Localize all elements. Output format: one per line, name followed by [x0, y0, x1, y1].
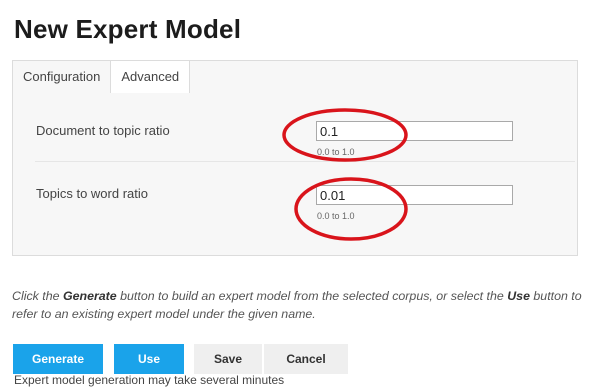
topic-word-ratio-input[interactable]	[316, 185, 513, 205]
settings-panel: Configuration Advanced Document to topic…	[12, 60, 578, 256]
status-text: Expert model generation may take several…	[14, 373, 285, 387]
doc-topic-ratio-label: Document to topic ratio	[36, 123, 170, 138]
topic-word-ratio-label: Topics to word ratio	[36, 186, 148, 201]
tab-advanced[interactable]: Advanced	[110, 61, 191, 93]
generate-emphasis: Generate	[62, 289, 117, 303]
instructions-text: Click the Generate button to build an ex…	[12, 289, 582, 321]
row-divider	[35, 161, 575, 162]
cancel-button[interactable]: Cancel	[264, 344, 348, 374]
doc-topic-ratio-hint: 0.0 to 1.0	[317, 147, 355, 157]
tab-bar: Configuration Advanced	[13, 61, 191, 93]
save-button[interactable]: Save	[194, 344, 262, 374]
tab-configuration[interactable]: Configuration	[13, 61, 110, 93]
use-emphasis: Use	[507, 289, 530, 303]
doc-topic-ratio-input[interactable]	[316, 121, 513, 141]
page-title: New Expert Model	[14, 14, 242, 44]
use-button[interactable]: Use	[114, 344, 184, 374]
topic-word-ratio-hint: 0.0 to 1.0	[317, 211, 355, 221]
generate-button[interactable]: Generate	[13, 344, 103, 374]
